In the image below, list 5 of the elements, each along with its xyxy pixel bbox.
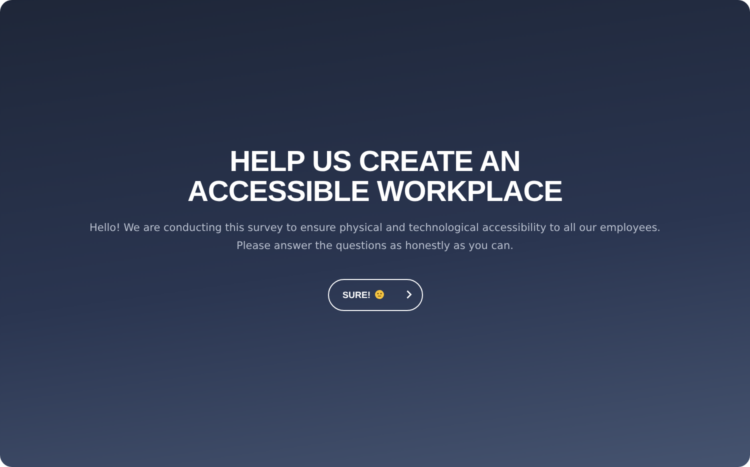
smiley-icon <box>374 290 384 299</box>
page-title: HELP US CREATE AN ACCESSIBLE WORKPLACE <box>186 146 564 206</box>
intro-text: Hello! We are conducting this survey to ensure physical and technological accessibility to all our employees. Please answer the questions as honestly as you can. <box>88 220 662 254</box>
start-button[interactable]: SURE! <box>328 278 422 310</box>
chevron-right-icon <box>406 290 412 299</box>
